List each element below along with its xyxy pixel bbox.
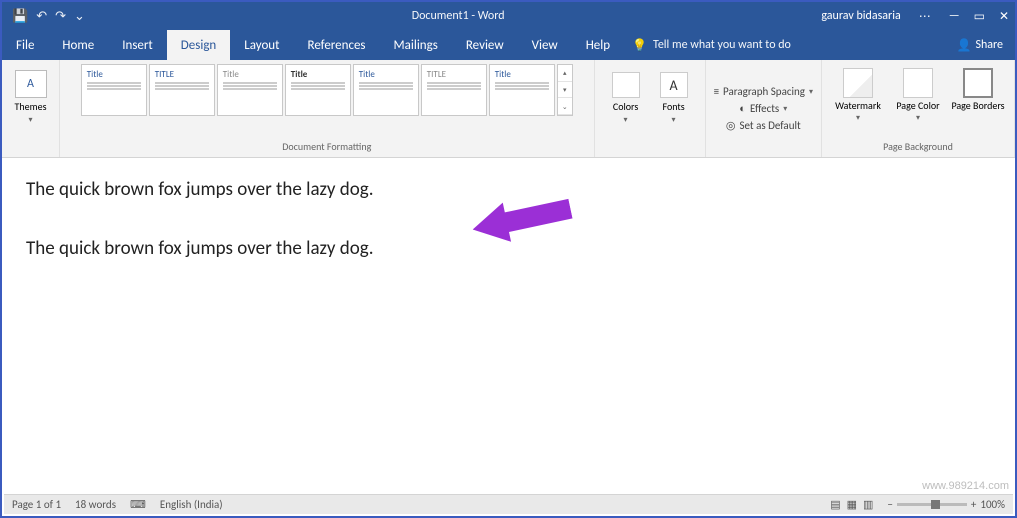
- fonts-icon: A: [660, 72, 688, 98]
- document-formatting-group: Title TITLE Title Title Title TITLE Titl…: [60, 60, 595, 157]
- page-borders-icon: [963, 68, 993, 98]
- zoom-in-button[interactable]: +: [971, 498, 976, 511]
- ribbon-tabs: File Home Insert Design Layout Reference…: [2, 30, 1015, 60]
- maximize-button[interactable]: ▭: [974, 9, 985, 24]
- page-color-button[interactable]: Page Color▾: [890, 64, 946, 123]
- web-layout-icon[interactable]: ▥: [863, 498, 873, 511]
- page-indicator[interactable]: Page 1 of 1: [12, 498, 61, 511]
- tab-help[interactable]: Help: [572, 30, 624, 60]
- tab-review[interactable]: Review: [452, 30, 518, 60]
- colors-icon: [612, 72, 640, 98]
- watermark-button[interactable]: Watermark▾: [830, 64, 886, 123]
- style-set-2[interactable]: TITLE: [149, 64, 215, 116]
- tab-view[interactable]: View: [518, 30, 572, 60]
- watermark-icon: [843, 68, 873, 98]
- set-as-default-button[interactable]: ◎Set as Default: [726, 119, 801, 132]
- paragraph-spacing-icon: ≡: [714, 85, 719, 98]
- style-set-7[interactable]: Title: [489, 64, 555, 116]
- tab-layout[interactable]: Layout: [230, 30, 293, 60]
- style-set-5[interactable]: Title: [353, 64, 419, 116]
- themes-icon: A: [15, 70, 47, 98]
- tab-file[interactable]: File: [2, 30, 48, 60]
- title-bar: 💾 ↶ ↷ ⌄ Document1 - Word gaurav bidasari…: [2, 2, 1015, 30]
- tab-mailings[interactable]: Mailings: [380, 30, 452, 60]
- redo-icon[interactable]: ↷: [55, 9, 66, 24]
- page-borders-button[interactable]: Page Borders: [950, 64, 1006, 123]
- print-layout-icon[interactable]: ▦: [847, 498, 857, 511]
- tab-home[interactable]: Home: [48, 30, 108, 60]
- minimize-button[interactable]: —: [949, 9, 960, 24]
- zoom-slider[interactable]: [897, 503, 967, 506]
- tab-insert[interactable]: Insert: [108, 30, 167, 60]
- fonts-button[interactable]: A Fonts▾: [651, 66, 697, 125]
- language-indicator[interactable]: English (India): [160, 498, 223, 511]
- tab-design[interactable]: Design: [167, 30, 230, 60]
- read-mode-icon[interactable]: ▤: [830, 498, 840, 511]
- ribbon-options-icon[interactable]: ⋯: [919, 9, 931, 24]
- ribbon: A Themes ▾ Title TITLE Title Title Title…: [2, 60, 1015, 158]
- formatting-options: ≡Paragraph Spacing▾ ◐Effects▾ ◎Set as De…: [706, 60, 822, 157]
- tell-me-label: Tell me what you want to do: [653, 38, 791, 52]
- window-controls: — ▭ ✕: [949, 9, 1009, 24]
- style-set-more[interactable]: ▴▾⌄: [557, 64, 573, 116]
- language-icon: ⌨: [130, 498, 146, 511]
- save-icon[interactable]: 💾: [12, 9, 28, 24]
- lightbulb-icon: 💡: [632, 38, 647, 53]
- default-icon: ◎: [726, 119, 736, 132]
- user-name[interactable]: gaurav bidasaria: [821, 9, 900, 23]
- style-set-4[interactable]: Title: [285, 64, 351, 116]
- effects-icon: ◐: [739, 102, 746, 115]
- view-buttons: ▤ ▦ ▥: [830, 498, 873, 511]
- status-bar: Page 1 of 1 18 words ⌨ English (India) ▤…: [4, 494, 1013, 514]
- style-set-1[interactable]: Title: [81, 64, 147, 116]
- themes-button[interactable]: A Themes ▾: [4, 64, 58, 125]
- colors-button[interactable]: Colors▾: [603, 66, 649, 125]
- share-icon: 👤: [956, 38, 971, 53]
- zoom-out-button[interactable]: −: [887, 498, 892, 511]
- qat-customize-icon[interactable]: ⌄: [74, 9, 85, 24]
- tab-references[interactable]: References: [294, 30, 380, 60]
- paragraph-spacing-button[interactable]: ≡Paragraph Spacing▾: [714, 85, 813, 98]
- share-button[interactable]: 👤 Share: [956, 38, 1015, 53]
- document-title: Document1 - Word: [95, 9, 821, 23]
- style-set-3[interactable]: Title: [217, 64, 283, 116]
- undo-icon[interactable]: ↶: [36, 9, 47, 24]
- page-color-icon: [903, 68, 933, 98]
- effects-button[interactable]: ◐Effects▾: [739, 102, 787, 115]
- tell-me-search[interactable]: 💡 Tell me what you want to do: [632, 38, 791, 53]
- word-count[interactable]: 18 words: [75, 498, 116, 511]
- quick-access-toolbar: 💾 ↶ ↷ ⌄: [2, 9, 95, 24]
- close-button[interactable]: ✕: [999, 9, 1009, 24]
- page-background-group: Watermark▾ Page Color▾ Page Borders Page…: [822, 60, 1015, 157]
- zoom-level[interactable]: 100%: [980, 498, 1005, 511]
- style-set-6[interactable]: TITLE: [421, 64, 487, 116]
